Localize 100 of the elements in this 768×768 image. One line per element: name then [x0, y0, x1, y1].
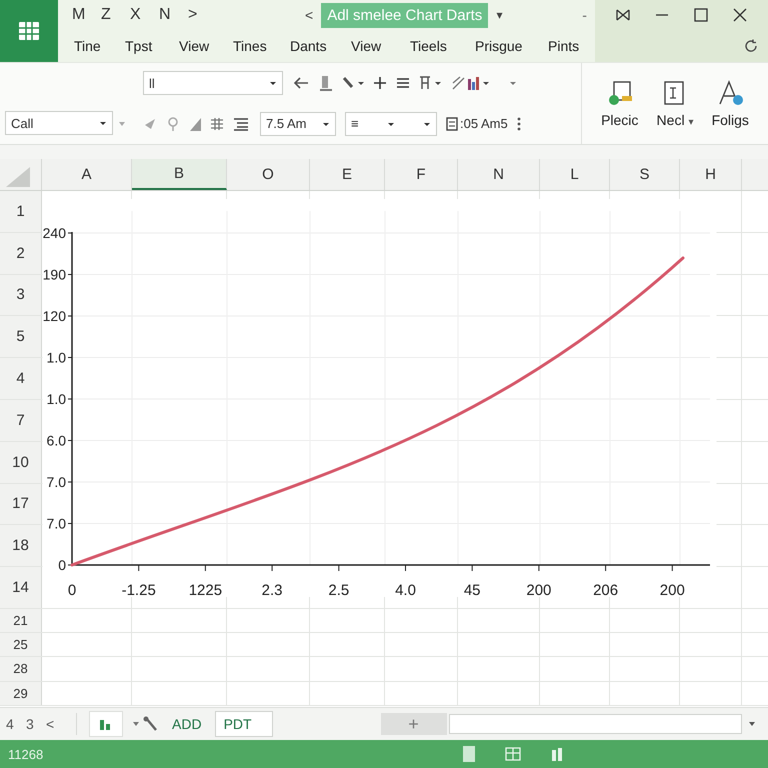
- grid-icon[interactable]: [210, 116, 224, 131]
- y-axis-label: 7.0: [46, 474, 66, 490]
- menu-tab[interactable]: View: [351, 34, 410, 58]
- ribbon-button[interactable]: Plecic: [599, 78, 640, 130]
- sheet-nav-button[interactable]: 3: [26, 716, 46, 732]
- caret-icon: [322, 120, 330, 127]
- dash-mark: -: [582, 7, 587, 23]
- row-header[interactable]: 4: [0, 358, 42, 399]
- sheet-tab[interactable]: PDT: [214, 711, 273, 737]
- menu-tab[interactable]: Tine: [74, 34, 125, 58]
- plus-icon[interactable]: [373, 76, 387, 90]
- quick-access-button[interactable]: X: [130, 6, 159, 24]
- menu-tab[interactable]: Pints: [548, 34, 580, 58]
- lines-icon[interactable]: [396, 77, 410, 90]
- status-text: 11268: [8, 746, 44, 762]
- x-axis-label: 4.0: [395, 582, 416, 599]
- caret-icon[interactable]: [748, 721, 756, 727]
- row-header[interactable]: 7: [0, 400, 42, 441]
- chart-sheet-button[interactable]: [89, 711, 123, 737]
- row-header[interactable]: 29: [0, 682, 42, 705]
- align-dropdown[interactable]: ≡: [345, 112, 437, 136]
- column-header[interactable]: N: [458, 159, 540, 190]
- caret-icon[interactable]: [133, 722, 139, 726]
- quick-access-button[interactable]: M: [72, 6, 101, 24]
- caret-icon: [269, 80, 277, 86]
- y-axis-label: 190: [42, 266, 66, 282]
- column-header[interactable]: S: [610, 159, 680, 190]
- more-icon[interactable]: [516, 116, 521, 131]
- row-header[interactable]: 25: [0, 633, 42, 656]
- wrench-icon[interactable]: [143, 716, 159, 732]
- quick-access-button[interactable]: N: [159, 6, 188, 24]
- menu-tab[interactable]: Tpst: [125, 34, 179, 58]
- triangle-icon[interactable]: [189, 116, 201, 131]
- row-header[interactable]: 10: [0, 442, 42, 483]
- x-axis-label: 0: [68, 582, 76, 599]
- x-axis-label: 45: [464, 582, 481, 599]
- document-title: Adl smelee Chart Darts: [321, 2, 488, 28]
- chart-bars-icon[interactable]: [452, 75, 490, 92]
- sync-icon[interactable]: [744, 39, 758, 53]
- x-axis-label: 1225: [188, 582, 222, 599]
- column-header[interactable]: H: [680, 159, 742, 190]
- row-header[interactable]: 18: [0, 525, 42, 566]
- font-dropdown[interactable]: ll: [143, 71, 283, 96]
- column-header[interactable]: B: [132, 159, 227, 190]
- row-header[interactable]: 5: [0, 316, 42, 358]
- caret-icon: [99, 120, 107, 126]
- y-axis-label: 1.0: [46, 391, 66, 407]
- caret-icon: [386, 120, 395, 127]
- caret-icon: [423, 120, 431, 127]
- menu-tab[interactable]: Prisgue: [475, 34, 548, 58]
- y-axis-label: 7.0: [46, 516, 66, 532]
- menu-tab[interactable]: Dants: [290, 34, 351, 58]
- title-caret[interactable]: ▾: [496, 8, 502, 22]
- x-axis-label: 206: [593, 582, 618, 599]
- bowtie-icon[interactable]: [616, 9, 630, 21]
- menu-tab[interactable]: Tines: [233, 34, 290, 58]
- back-arrow[interactable]: <: [305, 7, 314, 23]
- y-axis-label: 240: [42, 225, 66, 241]
- quick-access-button[interactable]: Z: [101, 6, 130, 24]
- row-header[interactable]: 17: [0, 484, 42, 524]
- close-icon[interactable]: [733, 8, 748, 22]
- list-icon[interactable]: [233, 116, 251, 131]
- y-axis-label: 1.0: [46, 350, 66, 366]
- row-header[interactable]: 3: [0, 274, 42, 316]
- quick-access-button[interactable]: >: [188, 6, 217, 24]
- input-field[interactable]: [448, 714, 742, 734]
- app-logo-icon[interactable]: [19, 22, 39, 40]
- column-header[interactable]: O: [227, 159, 310, 190]
- ribbon-button[interactable]: Foligs: [710, 78, 751, 130]
- menu-tab[interactable]: Tieels: [410, 34, 475, 58]
- column-header[interactable]: E: [310, 159, 385, 190]
- y-axis-label: 6.0: [46, 432, 66, 448]
- sheet-nav-button[interactable]: <: [46, 716, 66, 732]
- caret-icon[interactable]: [509, 80, 517, 86]
- menu-tab[interactable]: View: [179, 34, 233, 58]
- x-axis-label: -1.25: [122, 582, 156, 599]
- cell-style-dropdown[interactable]: Call: [5, 111, 113, 135]
- layout-view-icon[interactable]: [505, 747, 521, 761]
- bar-chart-icon: [100, 718, 112, 730]
- format-text: :05 Am5: [460, 116, 508, 132]
- row-header[interactable]: 21: [0, 608, 42, 632]
- y-axis-label: 0: [58, 557, 66, 573]
- maximize-icon[interactable]: [694, 8, 708, 22]
- column-header[interactable]: F: [385, 159, 458, 190]
- calendar-icon[interactable]: [446, 116, 458, 131]
- y-axis-label: 120: [42, 308, 66, 324]
- ribbon-button[interactable]: Necl ▾: [654, 78, 696, 130]
- x-axis-label: 2.3: [262, 582, 283, 599]
- row-header[interactable]: 14: [0, 567, 42, 608]
- sheet-nav-button[interactable]: 4: [6, 716, 26, 732]
- x-axis-label: 200: [526, 582, 552, 599]
- row-header[interactable]: 1: [0, 191, 42, 232]
- row-header[interactable]: 2: [0, 232, 42, 274]
- row-header[interactable]: 28: [0, 657, 42, 681]
- sheet-tab[interactable]: ADD: [163, 711, 211, 737]
- x-axis-label: 200: [660, 582, 685, 599]
- column-header[interactable]: L: [540, 159, 610, 190]
- table-format-icon[interactable]: [419, 75, 443, 92]
- size-dropdown[interactable]: 7.5 Am: [260, 112, 336, 136]
- arrow-left-icon[interactable]: [292, 76, 310, 90]
